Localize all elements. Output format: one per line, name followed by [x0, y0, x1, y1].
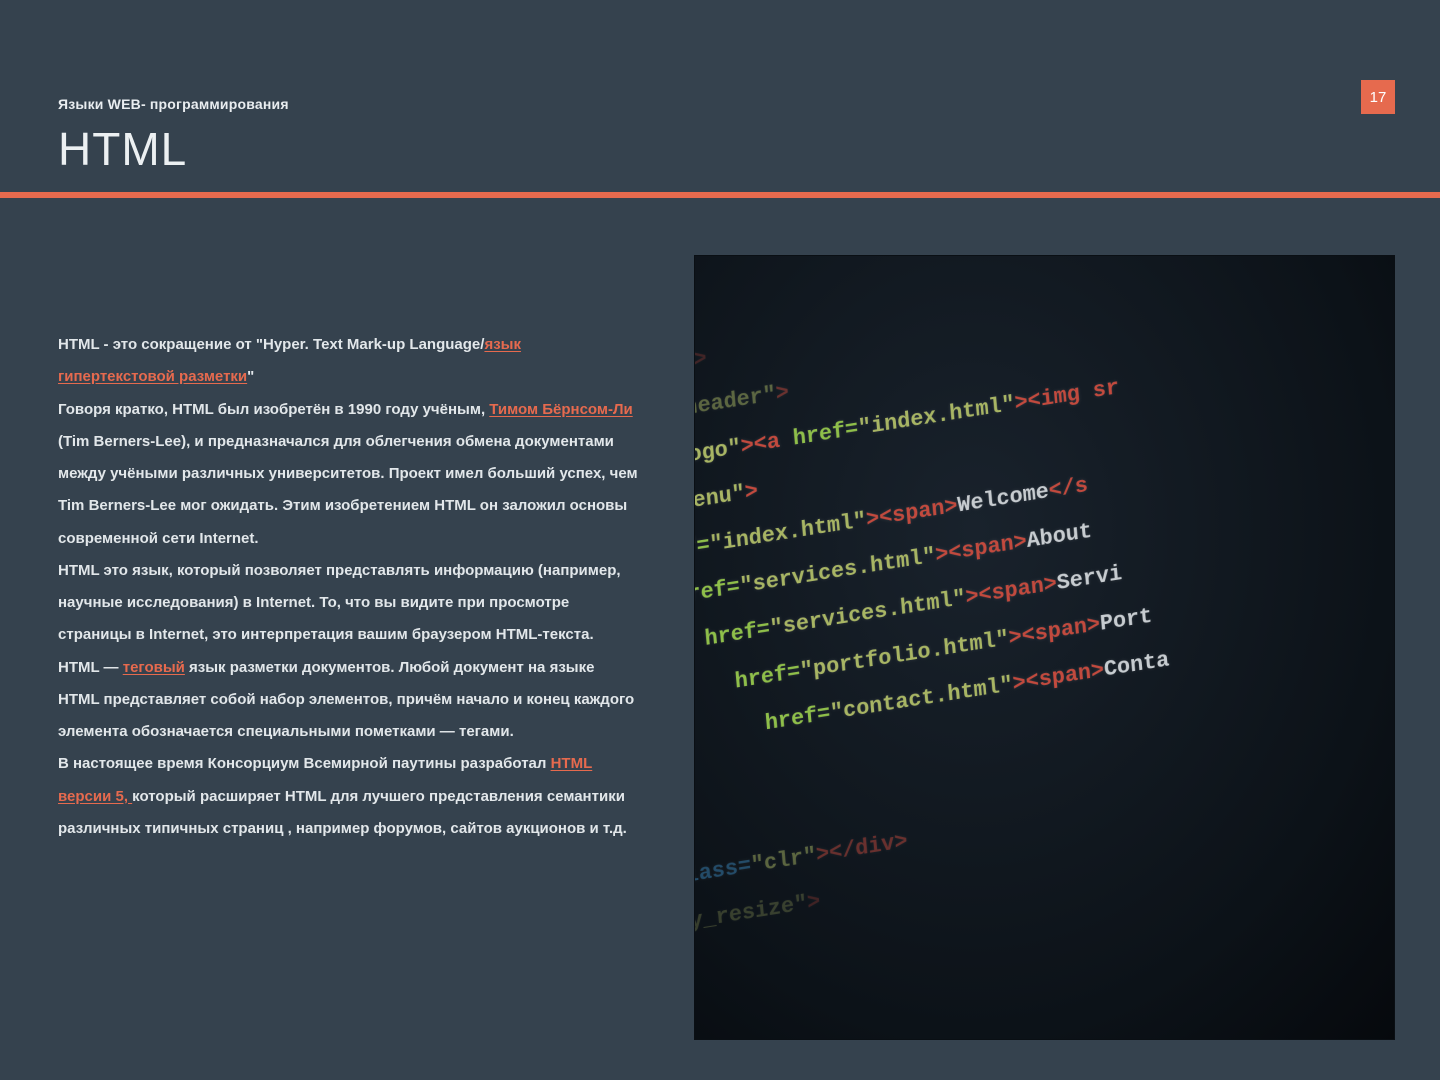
text: В настоящее время Консорциум Всемирной п… [58, 755, 551, 772]
link-tag-based[interactable]: теговый [123, 659, 185, 676]
code-surface: main"> ="header"> ="block_header"> class… [694, 255, 1187, 957]
code-token: Welcome [956, 479, 1049, 518]
code-token: href= [694, 575, 741, 610]
code-token: > [744, 478, 759, 505]
text: HTML — [58, 659, 123, 676]
paragraph: HTML это язык, который позволяет предста… [58, 555, 638, 652]
header: Языки WEB- программирования HTML [58, 96, 1380, 176]
code-token: > [806, 889, 821, 916]
code-token: Port [1099, 603, 1153, 636]
accent-divider [0, 192, 1440, 198]
code-token: "menu" [694, 481, 746, 518]
code-token: href= [792, 416, 859, 451]
code-token: href= [764, 701, 831, 736]
code-token: > [694, 346, 708, 373]
code-token: ><a [740, 426, 794, 459]
subtitle: Языки WEB- программирования [58, 96, 1380, 112]
code-token: </s [1048, 473, 1089, 504]
image-column: main"> ="header"> ="block_header"> class… [694, 255, 1395, 1040]
text: (Tim Berners-Lee), и предназначался для … [58, 433, 638, 547]
code-token: class= [694, 854, 752, 891]
code-token: body_resize" [694, 892, 808, 942]
text: " [247, 368, 254, 385]
code-token: > [775, 380, 790, 407]
text-column: HTML - это сокращение от "Hyper. Text Ma… [58, 255, 638, 1040]
code-token: Servi [1056, 561, 1123, 596]
paragraph: HTML - это сокращение от "Hyper. Text Ma… [58, 329, 638, 394]
page-title: HTML [58, 122, 1380, 176]
paragraph: В настоящее время Консорциум Всемирной п… [58, 748, 638, 845]
link-tim-berners-lee[interactable]: Тимом Бёрнсом-Ли [489, 401, 632, 418]
code-token: About [1026, 519, 1093, 554]
content-area: HTML - это сокращение от "Hyper. Text Ma… [58, 255, 1395, 1040]
code-token: ></div> [815, 829, 908, 868]
code-illustration: main"> ="header"> ="block_header"> class… [694, 255, 1395, 1040]
code-token: Conta [1103, 647, 1170, 682]
code-token: "logo" [694, 434, 742, 471]
code-token: ><span> [934, 529, 1027, 568]
paragraph: HTML — теговый язык разметки документов.… [58, 652, 638, 749]
text: HTML - это сокращение от "Hyper. Text Ma… [58, 336, 484, 353]
text: который расширяет HTML для лучшего предс… [58, 788, 627, 837]
paragraph: Говоря кратко, HTML был изобретён в 1990… [58, 394, 638, 555]
code-token: href= [734, 659, 801, 694]
code-token: "clr" [750, 843, 817, 878]
code-token: ><span> [1008, 611, 1101, 650]
code-token: ><span> [965, 571, 1058, 610]
code-token: ><span> [1012, 657, 1105, 696]
code-token: href= [704, 617, 771, 652]
text: Говоря кратко, HTML был изобретён в 1990… [58, 401, 489, 418]
code-token: ><img sr [1014, 375, 1121, 416]
code-token: ><span> [865, 494, 958, 533]
